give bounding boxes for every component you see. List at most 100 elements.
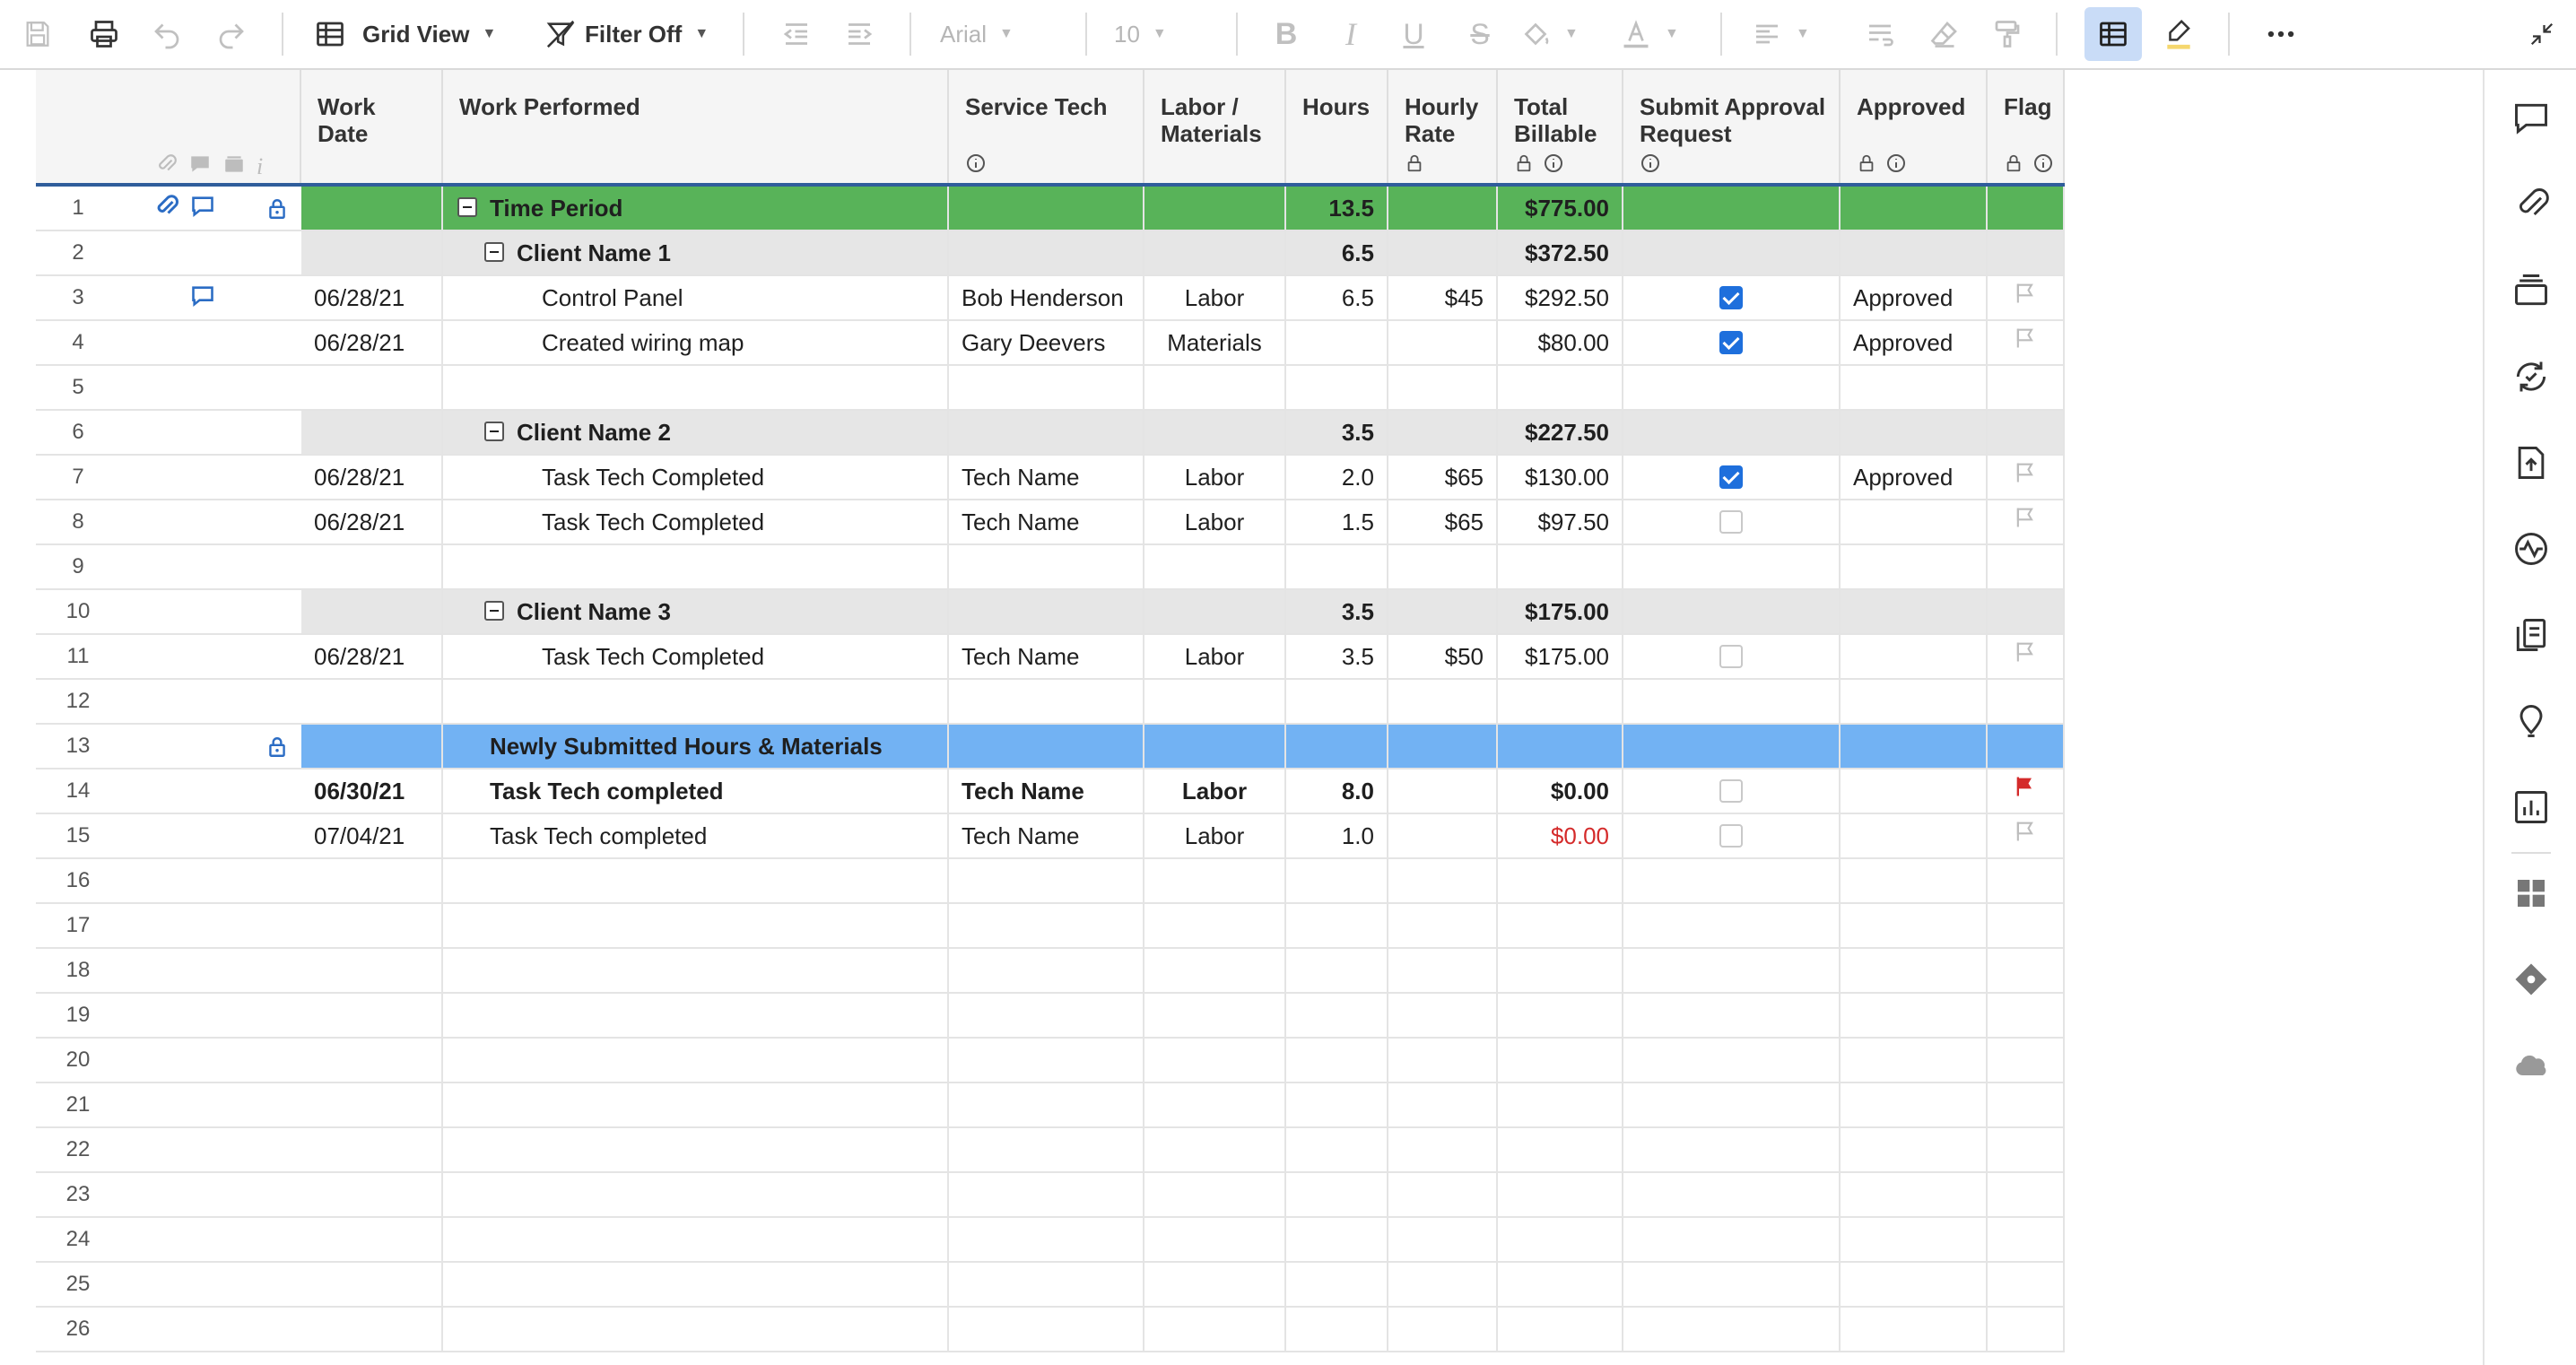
hourly-rate-cell[interactable] <box>1388 545 1498 588</box>
total-billable-cell[interactable]: $372.50 <box>1498 231 1623 274</box>
collapse-toggle-icon[interactable] <box>457 197 477 217</box>
hourly-rate-cell[interactable]: $65 <box>1388 456 1498 499</box>
labor-materials-cell[interactable]: Labor <box>1144 456 1286 499</box>
collapse-toggle-icon[interactable] <box>484 242 504 262</box>
flag-icon[interactable] <box>2013 276 2038 319</box>
hours-cell[interactable]: 1.0 <box>1286 814 1388 857</box>
hourly-rate-cell[interactable] <box>1388 411 1498 454</box>
work-performed-cell[interactable] <box>443 949 949 992</box>
info-icon[interactable] <box>1543 152 1564 174</box>
publish-icon[interactable] <box>2511 443 2551 483</box>
service-tech-cell[interactable] <box>949 1308 1144 1351</box>
labor-materials-cell[interactable] <box>1144 1083 1286 1126</box>
work-performed-cell[interactable]: Created wiring map <box>443 321 949 364</box>
row-number[interactable]: 21 <box>36 1083 120 1126</box>
flag-cell[interactable] <box>1988 1039 2065 1082</box>
submit-approval-cell[interactable] <box>1623 814 1841 857</box>
service-tech-cell[interactable]: Tech Name <box>949 500 1144 543</box>
flag-cell[interactable] <box>1988 1128 2065 1171</box>
row-number[interactable]: 14 <box>36 769 120 813</box>
flag-cell[interactable] <box>1988 231 2065 274</box>
comment-icon[interactable] <box>190 194 215 223</box>
labor-materials-cell[interactable] <box>1144 1218 1286 1261</box>
row-number[interactable]: 22 <box>36 1128 120 1171</box>
approved-cell[interactable]: Approved <box>1841 276 1988 319</box>
row-number[interactable]: 5 <box>36 366 120 409</box>
hours-cell[interactable] <box>1286 1263 1388 1306</box>
work-date-cell[interactable] <box>301 1263 443 1306</box>
labor-materials-cell[interactable] <box>1144 904 1286 947</box>
hours-cell[interactable]: 8.0 <box>1286 769 1388 813</box>
approved-cell[interactable] <box>1841 590 1988 633</box>
work-date-cell[interactable]: 06/30/21 <box>301 769 443 813</box>
work-date-cell[interactable]: 07/04/21 <box>301 814 443 857</box>
work-performed-cell[interactable]: Control Panel <box>443 276 949 319</box>
hours-cell[interactable] <box>1286 994 1388 1037</box>
text-color-dropdown[interactable]: ▼ <box>1620 0 1701 68</box>
print-icon[interactable] <box>81 0 127 68</box>
total-billable-cell[interactable]: $130.00 <box>1498 456 1623 499</box>
service-tech-cell[interactable] <box>949 1218 1144 1261</box>
font-family-dropdown[interactable]: Arial ▼ <box>940 0 1075 68</box>
hours-cell[interactable] <box>1286 904 1388 947</box>
approval-checkbox[interactable] <box>1719 331 1743 354</box>
update-requests-icon[interactable] <box>2511 357 2551 396</box>
hourly-rate-cell[interactable] <box>1388 949 1498 992</box>
work-performed-cell[interactable] <box>443 1083 949 1126</box>
labor-materials-cell[interactable]: Labor <box>1144 769 1286 813</box>
hourly-rate-cell[interactable] <box>1388 231 1498 274</box>
work-date-cell[interactable] <box>301 680 443 723</box>
total-billable-cell[interactable] <box>1498 994 1623 1037</box>
total-billable-cell[interactable]: $175.00 <box>1498 635 1623 678</box>
row-number[interactable]: 7 <box>36 456 120 499</box>
row-number[interactable]: 8 <box>36 500 120 543</box>
hours-cell[interactable] <box>1286 725 1388 768</box>
approved-cell[interactable] <box>1841 1128 1988 1171</box>
flag-cell[interactable] <box>1988 1173 2065 1216</box>
work-performed-cell[interactable]: Client Name 1 <box>443 231 949 274</box>
labor-materials-cell[interactable] <box>1144 231 1286 274</box>
flag-cell[interactable] <box>1988 590 2065 633</box>
hours-cell[interactable]: 6.5 <box>1286 276 1388 319</box>
flag-cell[interactable] <box>1988 769 2065 813</box>
work-date-cell[interactable] <box>301 904 443 947</box>
align-dropdown[interactable]: ▼ <box>1751 0 1832 68</box>
work-performed-cell[interactable]: Time Period <box>443 187 949 230</box>
work-performed-cell[interactable] <box>443 1218 949 1261</box>
approval-checkbox[interactable] <box>1719 779 1743 803</box>
flag-cell[interactable] <box>1988 949 2065 992</box>
total-billable-cell[interactable]: $227.50 <box>1498 411 1623 454</box>
labor-materials-cell[interactable] <box>1144 187 1286 230</box>
hours-cell[interactable] <box>1286 680 1388 723</box>
approved-cell[interactable] <box>1841 904 1988 947</box>
labor-materials-cell[interactable] <box>1144 1308 1286 1351</box>
service-tech-cell[interactable] <box>949 231 1144 274</box>
hourly-rate-cell[interactable] <box>1388 187 1498 230</box>
total-billable-cell[interactable] <box>1498 545 1623 588</box>
column-header-approved[interactable]: Approved <box>1841 70 1988 183</box>
service-tech-cell[interactable] <box>949 1039 1144 1082</box>
hourly-rate-cell[interactable] <box>1388 366 1498 409</box>
service-tech-cell[interactable] <box>949 1128 1144 1171</box>
hourly-rate-cell[interactable]: $45 <box>1388 276 1498 319</box>
labor-materials-cell[interactable] <box>1144 725 1286 768</box>
hours-cell[interactable] <box>1286 1308 1388 1351</box>
approved-cell[interactable]: Approved <box>1841 321 1988 364</box>
flag-cell[interactable] <box>1988 814 2065 857</box>
row-number[interactable]: 2 <box>36 231 120 274</box>
service-tech-cell[interactable] <box>949 949 1144 992</box>
row-number[interactable]: 15 <box>36 814 120 857</box>
hourly-rate-cell[interactable] <box>1388 859 1498 902</box>
conversations-icon[interactable] <box>2511 99 2551 138</box>
hourly-rate-cell[interactable] <box>1388 1173 1498 1216</box>
activity-log-icon[interactable] <box>2511 529 2551 569</box>
work-performed-cell[interactable] <box>443 1308 949 1351</box>
filter-dropdown[interactable]: Filter Off ▼ <box>545 0 725 68</box>
collapse-icon[interactable] <box>2519 0 2565 68</box>
approved-cell[interactable] <box>1841 635 1988 678</box>
hours-cell[interactable]: 3.5 <box>1286 590 1388 633</box>
approved-cell[interactable] <box>1841 187 1988 230</box>
approved-cell[interactable] <box>1841 994 1988 1037</box>
connectors-icon[interactable] <box>2511 960 2551 999</box>
work-performed-cell[interactable] <box>443 1173 949 1216</box>
